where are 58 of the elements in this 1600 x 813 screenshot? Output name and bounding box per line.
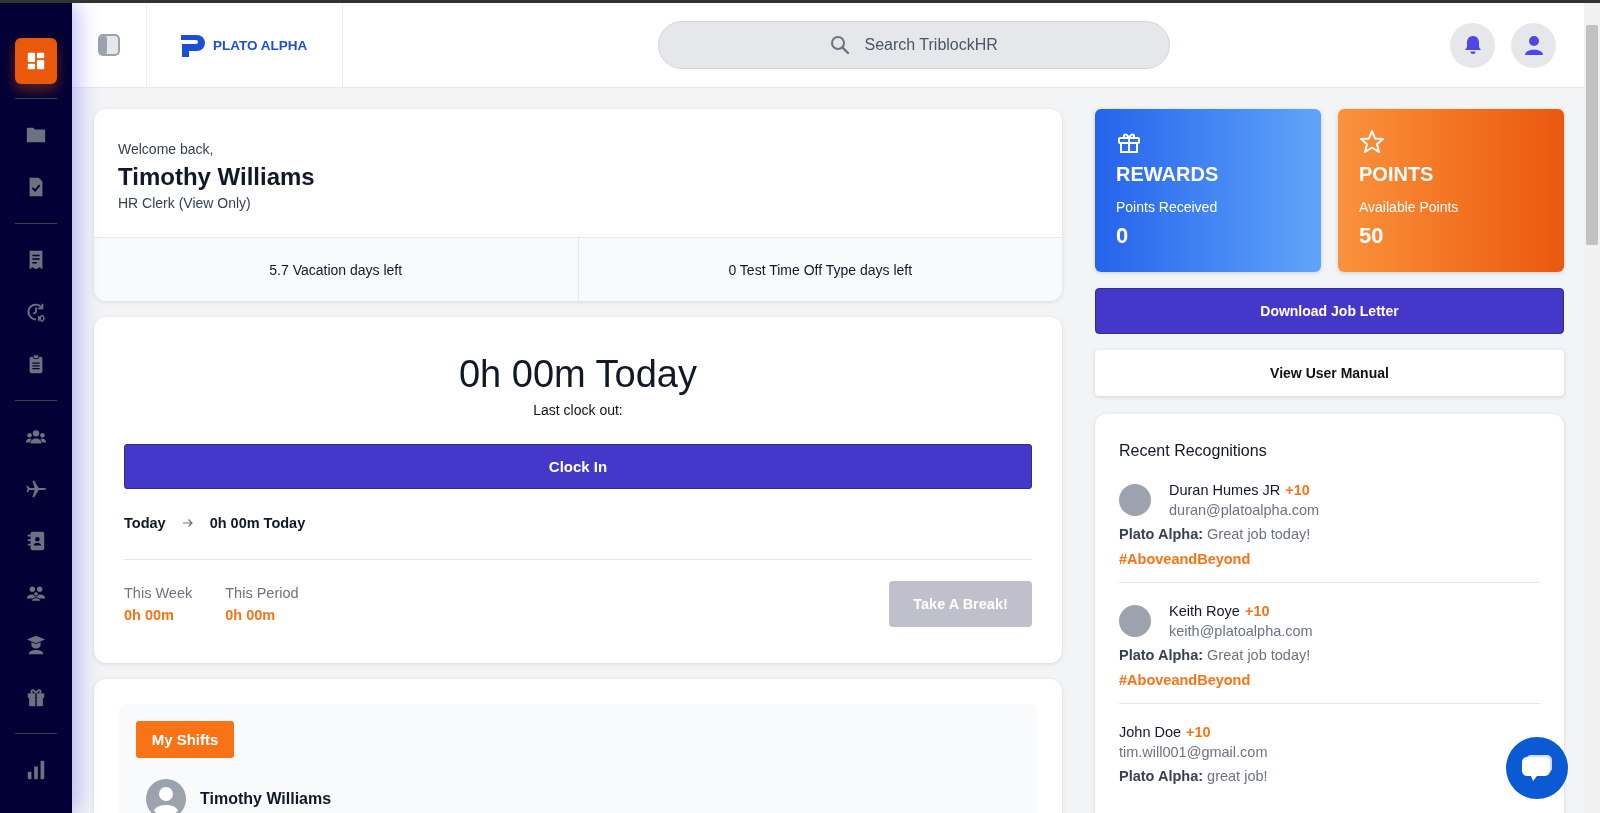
person-email: tim.will001@gmail.com [1119, 744, 1268, 760]
recognition-message: Plato Alpha: great job! [1119, 768, 1269, 784]
balance-text: 0 Test Time Off Type days left [728, 261, 913, 278]
search-icon [829, 35, 850, 55]
time-total: 0h 00m Today [458, 353, 698, 396]
stat-label: This Period [225, 585, 299, 601]
chat-bubble-icon [1520, 753, 1554, 783]
person-name: Keith Roye [1169, 603, 1240, 619]
card-subtitle: Points Received [1116, 199, 1219, 215]
graduate-icon [25, 634, 47, 656]
logo-text: PLATO ALPHA [213, 37, 308, 53]
card-value: 0 [1116, 223, 1130, 249]
hashtag-link[interactable]: #AboveandBeyond [1119, 672, 1251, 688]
airplane-icon [25, 478, 47, 500]
arrow-right-icon [181, 518, 194, 528]
last-clock-out-text: Last clock out: [532, 402, 624, 418]
user-name: Timothy Williams [118, 163, 316, 191]
sidebar-toggle-icon[interactable] [98, 34, 120, 56]
recognition-message: Plato Alpha: Great job today! [1119, 647, 1312, 663]
sidebar-item[interactable] [15, 38, 57, 84]
hashtag-link[interactable]: #AboveandBeyond [1119, 551, 1251, 567]
stat-label: This Week [124, 585, 193, 601]
gift-icon [25, 686, 47, 708]
search-field[interactable]: Search TriblockHR [657, 21, 1170, 69]
user-manual-button[interactable]: View User Manual [1095, 350, 1564, 396]
stat-value: 0h 00m [225, 607, 277, 623]
greeting-text: Welcome back, [118, 141, 215, 157]
recognition-message: Plato Alpha: Great job today! [1119, 526, 1312, 542]
clock-icon [25, 301, 47, 323]
notifications-button[interactable] [1450, 22, 1495, 68]
stat-value: 0h 00m [124, 607, 175, 623]
card-value: 50 [1359, 223, 1385, 249]
profile-button[interactable] [1511, 22, 1556, 68]
points-text: +10 [1285, 482, 1310, 498]
user-icon [1522, 34, 1545, 56]
today-value: 0h 00m Today [209, 515, 306, 531]
points-text: +10 [1186, 724, 1211, 740]
my-shifts-tab[interactable]: My Shifts [136, 721, 234, 758]
today-label: Today [124, 515, 166, 531]
scrollbar[interactable] [1584, 3, 1600, 813]
points-text: +10 [1244, 603, 1270, 619]
card-subtitle: Available Points [1359, 199, 1460, 215]
person-email: keith@platoalpha.com [1169, 623, 1313, 639]
bar-chart-icon [25, 759, 47, 781]
user-role: HR Clerk (View Only) [118, 195, 252, 211]
person-email: duran@platoalpha.com [1169, 502, 1320, 518]
employee-name: Timothy Williams [200, 790, 332, 808]
person-name: John Doe [1119, 724, 1182, 740]
star-icon [1359, 129, 1385, 155]
balance-text: 5.7 Vacation days left [269, 261, 403, 278]
dashboard-icon [25, 50, 47, 72]
person-name: Duran Humes JR [1169, 482, 1281, 498]
download-job-letter-button[interactable]: Download Job Letter [1095, 288, 1564, 334]
card-title: POINTS [1359, 163, 1435, 186]
clock-in-button[interactable]: Clock In [124, 444, 1032, 489]
recognitions-title: Recent Recognitions [1119, 442, 1268, 460]
card-title: REWARDS [1116, 163, 1220, 186]
contact-book-icon [25, 530, 47, 552]
